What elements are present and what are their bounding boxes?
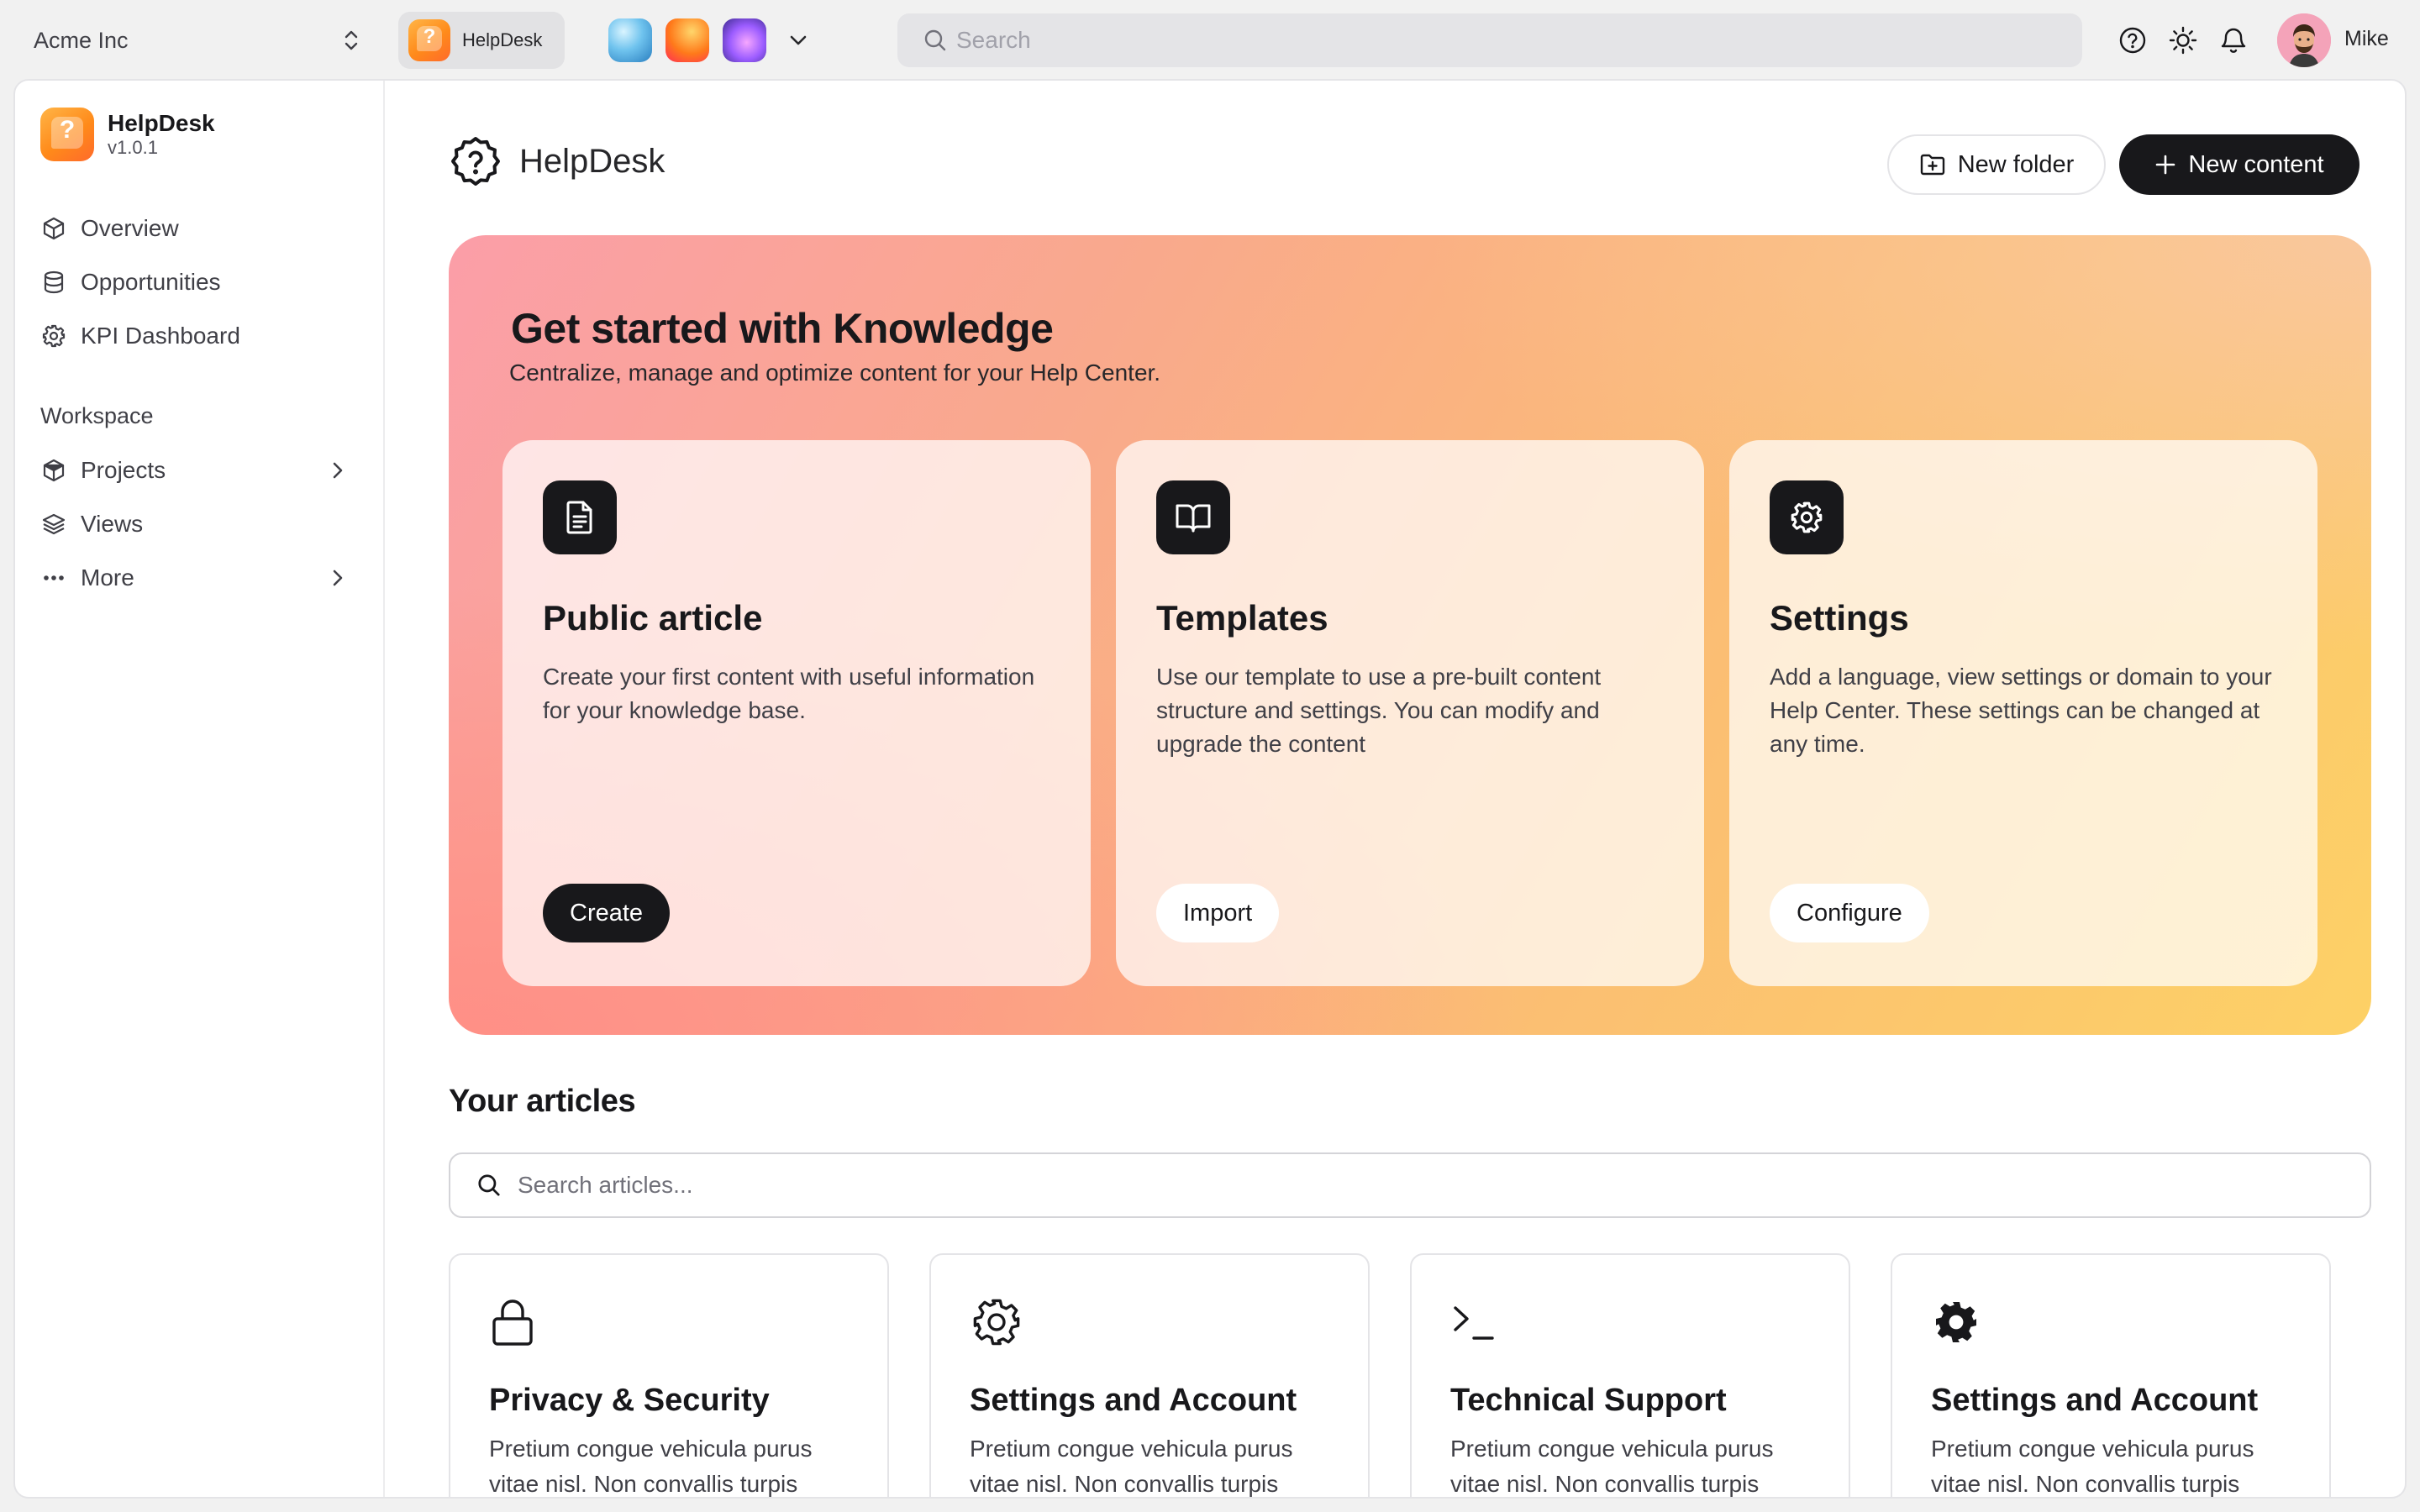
- card-title: Settings: [1770, 598, 1909, 638]
- sidebar-item-label: KPI Dashboard: [81, 323, 240, 349]
- sidebar-item-label: Projects: [81, 457, 166, 483]
- settings-card: Settings Add a language, view settings o…: [1729, 440, 2317, 986]
- user-name[interactable]: Mike: [2344, 27, 2389, 51]
- card-description: Add a language, view settings or domain …: [1770, 664, 2272, 757]
- app-tab-helpdesk[interactable]: ? HelpDesk: [398, 12, 565, 69]
- sidebar-section-workspace: Workspace: [40, 403, 154, 428]
- new-folder-button[interactable]: New folder: [1887, 134, 2106, 195]
- articles-section-title: Your articles: [449, 1084, 636, 1119]
- gear-icon: [1770, 480, 1844, 554]
- page-title: HelpDesk: [519, 142, 666, 180]
- brand-version: v1.0.1: [108, 137, 158, 158]
- database-icon: [40, 269, 67, 296]
- card-title: Public article: [543, 598, 763, 638]
- article-card[interactable]: Technical Support Pretium congue vehicul…: [1410, 1253, 1850, 1497]
- top-bar: Acme Inc ? HelpDesk Mi: [0, 0, 2420, 81]
- layers-icon: [40, 511, 67, 538]
- app-switcher-orange-icon[interactable]: [666, 18, 709, 62]
- sidebar: ? HelpDesk v1.0.1 Overview Opportunities…: [15, 81, 385, 1497]
- chevron-up-down-icon[interactable]: [336, 25, 366, 55]
- page-header: HelpDesk: [449, 134, 665, 188]
- article-card[interactable]: Settings and Account Pretium congue vehi…: [1891, 1253, 2331, 1497]
- lock-icon: [489, 1295, 543, 1349]
- box-icon: [40, 457, 67, 484]
- new-content-label: New content: [2188, 150, 2324, 178]
- terminal-icon: [1450, 1295, 1504, 1349]
- app-switcher-purple-icon[interactable]: [723, 18, 766, 62]
- search-icon: [923, 28, 948, 53]
- sidebar-item-label: Overview: [81, 215, 179, 241]
- create-button[interactable]: Create: [543, 884, 671, 942]
- article-card[interactable]: Privacy & Security Pretium congue vehicu…: [449, 1253, 889, 1497]
- bell-icon[interactable]: [2215, 22, 2252, 59]
- articles-search[interactable]: [449, 1152, 2371, 1218]
- app-tab-label: HelpDesk: [462, 29, 543, 50]
- ellipsis-icon: [40, 564, 67, 591]
- get-started-banner: Get started with Knowledge Centralize, m…: [449, 235, 2371, 1035]
- help-badge-icon: [449, 134, 502, 188]
- theme-toggle-sun-icon[interactable]: [2165, 22, 2202, 59]
- app-switcher-blue-icon[interactable]: [608, 18, 652, 62]
- article-description: Pretium congue vehicula purus vitae nisl…: [1931, 1436, 2254, 1497]
- banner-subtitle: Centralize, manage and optimize content …: [509, 360, 1161, 386]
- card-description: Create your first content with useful in…: [543, 664, 1035, 723]
- user-avatar[interactable]: [2277, 13, 2331, 67]
- book-icon: [1156, 480, 1230, 554]
- article-card[interactable]: Settings and Account Pretium congue vehi…: [929, 1253, 1370, 1497]
- help-icon[interactable]: [2114, 22, 2151, 59]
- sidebar-item-more[interactable]: More: [40, 556, 368, 600]
- sidebar-item-overview[interactable]: Overview: [40, 207, 368, 250]
- card-description: Use our template to use a pre-built cont…: [1156, 664, 1602, 757]
- article-description: Pretium congue vehicula purus vitae nisl…: [1450, 1436, 1774, 1497]
- gear-outline-icon: [970, 1295, 1023, 1349]
- sidebar-item-kpi-dashboard[interactable]: KPI Dashboard: [40, 314, 368, 358]
- document-icon: [543, 480, 617, 554]
- article-title: Settings and Account: [1931, 1383, 2259, 1418]
- new-folder-label: New folder: [1957, 150, 2075, 178]
- org-name: Acme Inc: [34, 27, 129, 53]
- search-icon: [476, 1172, 502, 1199]
- article-title: Settings and Account: [970, 1383, 1297, 1418]
- chevron-right-icon[interactable]: [324, 564, 351, 591]
- import-button[interactable]: Import: [1156, 884, 1280, 942]
- public-article-card: Public article Create your first content…: [502, 440, 1091, 986]
- global-search[interactable]: [897, 13, 2082, 67]
- new-content-button[interactable]: New content: [2119, 134, 2360, 195]
- sidebar-item-label: Views: [81, 511, 144, 537]
- search-input[interactable]: [956, 27, 1965, 54]
- gear-filled-icon: [1931, 1295, 1985, 1349]
- plus-icon: [2154, 154, 2188, 176]
- article-description: Pretium congue vehicula purus vitae nisl…: [489, 1436, 813, 1497]
- sidebar-item-projects[interactable]: Projects: [40, 449, 368, 492]
- article-title: Privacy & Security: [489, 1383, 770, 1418]
- sidebar-item-opportunities[interactable]: Opportunities: [40, 260, 368, 304]
- article-title: Technical Support: [1450, 1383, 1727, 1418]
- app-window: ? HelpDesk v1.0.1 Overview Opportunities…: [13, 79, 2407, 1499]
- sidebar-brand: ? HelpDesk v1.0.1: [40, 108, 215, 161]
- articles-search-input[interactable]: [518, 1172, 2198, 1199]
- sidebar-item-views[interactable]: Views: [40, 502, 368, 546]
- chevron-right-icon[interactable]: [324, 457, 351, 484]
- sidebar-item-label: Opportunities: [81, 269, 221, 295]
- templates-card: Templates Use our template to use a pre-…: [1116, 440, 1704, 986]
- configure-button[interactable]: Configure: [1770, 884, 1929, 942]
- cube-outline-icon: [40, 215, 67, 242]
- chevron-down-icon[interactable]: [781, 25, 815, 55]
- article-description: Pretium congue vehicula purus vitae nisl…: [970, 1436, 1293, 1497]
- sidebar-item-label: More: [81, 564, 134, 591]
- org-switcher[interactable]: Acme Inc: [34, 24, 370, 57]
- card-title: Templates: [1156, 598, 1328, 638]
- banner-title: Get started with Knowledge: [511, 305, 1054, 352]
- helpdesk-app-icon: ?: [408, 19, 450, 61]
- helpdesk-logo-icon: ?: [40, 108, 94, 161]
- gear-icon: [40, 323, 67, 349]
- folder-plus-icon: [1919, 152, 1958, 177]
- main-content: HelpDesk New folder New content Get star…: [385, 81, 2405, 1497]
- brand-name: HelpDesk: [108, 110, 215, 136]
